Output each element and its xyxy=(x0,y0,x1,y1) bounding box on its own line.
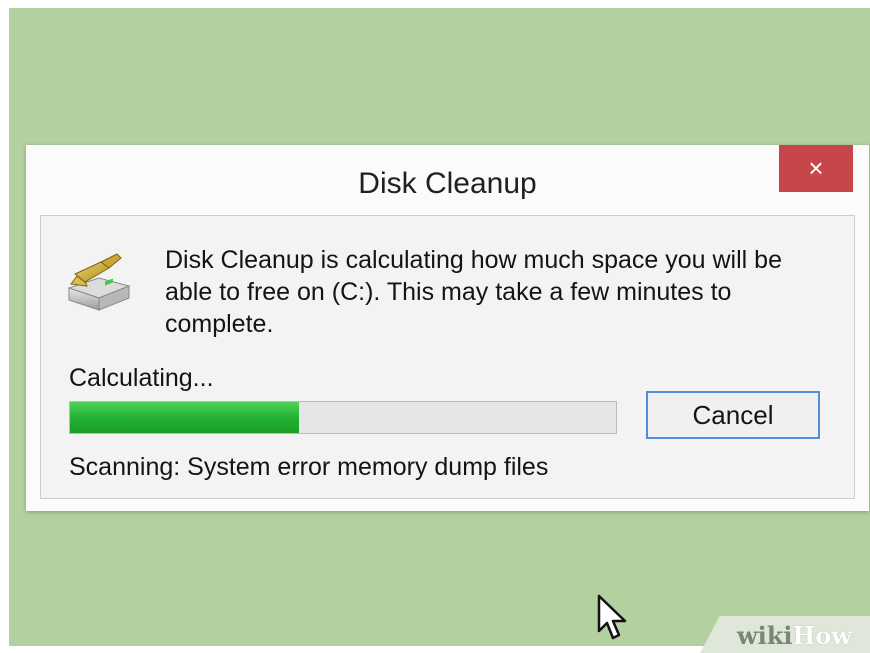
title-bar[interactable]: Disk Cleanup × xyxy=(26,145,869,215)
dialog-title: Disk Cleanup xyxy=(358,167,537,200)
desktop-background: Disk Cleanup × Disk Cleanup is calculati… xyxy=(9,8,870,646)
cancel-button[interactable]: Cancel xyxy=(646,391,820,439)
wikihow-watermark: wikiHow xyxy=(737,621,852,650)
dialog-content-panel: Disk Cleanup is calculating how much spa… xyxy=(40,215,855,499)
disk-cleanup-dialog: Disk Cleanup × Disk Cleanup is calculati… xyxy=(26,145,869,511)
watermark-part-2: How xyxy=(792,621,852,650)
close-icon: × xyxy=(808,153,824,183)
progress-bar xyxy=(69,401,617,434)
watermark-part-1: wiki xyxy=(737,621,793,650)
disk-cleanup-icon xyxy=(67,253,131,311)
progress-fill xyxy=(70,402,300,433)
close-button[interactable]: × xyxy=(779,145,853,192)
scanning-status: Scanning: System error memory dump files xyxy=(69,453,549,481)
mouse-pointer-icon xyxy=(597,594,627,640)
dialog-message: Disk Cleanup is calculating how much spa… xyxy=(165,246,782,338)
status-label: Calculating... xyxy=(69,364,214,392)
